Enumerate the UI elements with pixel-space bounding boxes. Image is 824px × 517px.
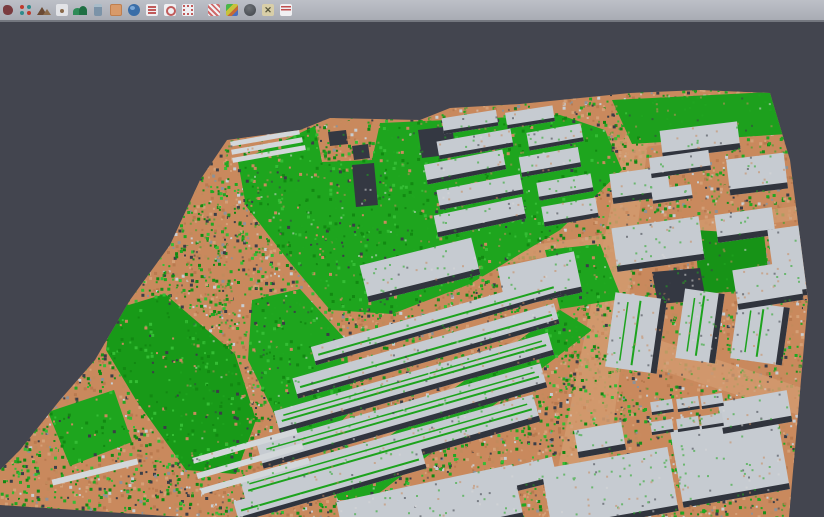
building <box>726 153 788 196</box>
terrain <box>0 22 824 517</box>
texture-icon[interactable] <box>1 3 15 17</box>
orthomosaic-icon[interactable] <box>109 3 123 17</box>
model-viewport[interactable] <box>0 22 824 517</box>
circle-select-icon[interactable] <box>163 3 177 17</box>
sparse-points-icon[interactable] <box>55 3 69 17</box>
report-icon[interactable] <box>279 3 293 17</box>
point-classes-icon[interactable] <box>225 3 239 17</box>
shadow-patch <box>328 130 348 146</box>
tie-points-icon[interactable] <box>19 3 33 17</box>
crop-region-icon[interactable]: ✕ <box>261 3 275 17</box>
building <box>730 301 790 366</box>
point-cloud-scene <box>0 22 824 517</box>
hatched-square-icon[interactable] <box>207 3 221 17</box>
building <box>605 292 667 374</box>
model-sphere-icon[interactable] <box>243 3 257 17</box>
terrain-icon[interactable] <box>37 3 51 17</box>
dem-icon[interactable] <box>73 3 87 17</box>
toolbar: ✕ <box>0 0 824 22</box>
column-icon[interactable] <box>91 3 105 17</box>
contour-lines-icon[interactable] <box>145 3 159 17</box>
rect-select-icon[interactable] <box>181 3 195 17</box>
globe-icon[interactable] <box>127 3 141 17</box>
shadow-patch <box>352 144 370 160</box>
